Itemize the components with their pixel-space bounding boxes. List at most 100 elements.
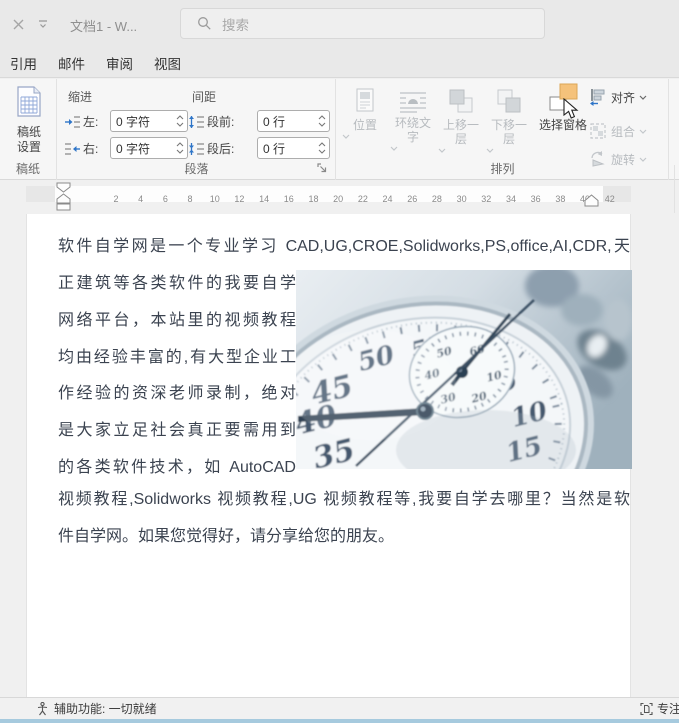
group-arrange: 位置 环绕文字 上移一层 下移一层 选择窗格 对齐 组合 旋转 排列 <box>337 79 669 180</box>
spacing-after-icon <box>188 142 205 156</box>
wrap-text-button[interactable]: 环绕文字 <box>390 84 436 172</box>
indent-right-spin-buttons[interactable] <box>173 138 187 158</box>
document-page[interactable]: 软件自学网是一个专业学习 CAD,UG,CROE,Solidworks,PS,o… <box>26 214 632 697</box>
focus-mode-button[interactable]: 专注 <box>640 698 679 719</box>
window-title: 文档1 - W... <box>70 19 138 34</box>
group-label-arrange: 排列 <box>490 162 515 176</box>
manuscript-setup-button[interactable]: 稿纸设置 <box>8 86 50 155</box>
align-label: 对齐 <box>611 90 636 105</box>
ruler-number: 34 <box>505 194 516 204</box>
ruler-number: 26 <box>407 194 418 204</box>
indent-left-value: 0 字符 <box>116 114 151 129</box>
group-paragraph: 缩进 间距 左: 0 字符 右: 0 字符 段前: 0 行 段后: 0 行 段落 <box>58 79 336 180</box>
accessibility-status-button[interactable]: 辅助功能: 一切就绪 <box>36 698 157 719</box>
indent-left-spin-buttons[interactable] <box>173 111 187 131</box>
group-label-paragraph: 段落 <box>184 162 209 176</box>
ruler-number: 4 <box>138 194 144 204</box>
doc-line[interactable]: 是大家立足社会真正要需用到 <box>58 420 296 441</box>
tab-mailings[interactable]: 邮件 <box>58 53 85 73</box>
position-label: 位置 <box>352 118 377 132</box>
indent-right-value: 0 字符 <box>116 141 151 156</box>
close-icon <box>12 18 25 31</box>
send-backward-icon <box>496 88 522 114</box>
manuscript-setup-label: 稿纸设置 <box>16 125 41 154</box>
group-manuscript: 稿纸设置 稿纸 <box>0 79 57 180</box>
focus-icon <box>640 702 653 716</box>
align-button[interactable]: 对齐 <box>589 87 647 107</box>
spacing-after-spinner[interactable]: 0 行 <box>257 137 330 159</box>
spacing-after-label: 段后: <box>207 142 235 156</box>
ruler-number: 30 <box>456 194 467 204</box>
chevron-down-icon <box>438 148 446 153</box>
position-button[interactable]: 位置 <box>342 84 388 172</box>
chevron-down-icon <box>37 18 49 30</box>
ruler-number: 32 <box>481 194 492 204</box>
search-placeholder: 搜索 <box>222 17 249 33</box>
doc-line[interactable]: 视频教程,Solidworks 视频教程,UG 视频教程等,我要自学去哪里？当然… <box>58 489 630 510</box>
left-indent-marker[interactable] <box>56 203 71 211</box>
ruler[interactable]: 2 4 6 8 10 12 14 16 18 20 22 24 26 28 30 32 34 36 38 40 42 <box>0 181 679 213</box>
ruler-number: 24 <box>382 194 393 204</box>
tab-view[interactable]: 视图 <box>154 53 181 73</box>
doc-line[interactable]: 软件自学网是一个专业学习 CAD,UG,CROE,Solidworks,PS,o… <box>58 236 630 257</box>
spacing-before-spin-buttons[interactable] <box>315 111 329 131</box>
indent-left-spinner[interactable]: 0 字符 <box>110 110 188 132</box>
doc-line[interactable]: 作经验的资深老师录制，绝对 <box>58 383 296 404</box>
ribbon-display-options-button[interactable] <box>34 16 52 32</box>
spacing-before-label: 段前: <box>207 115 235 129</box>
spacing-after-spin-buttons[interactable] <box>315 138 329 158</box>
search-input[interactable]: 搜索 <box>180 8 545 39</box>
status-bar: 辅助功能: 一切就绪 专注 <box>0 697 679 719</box>
ruler-number: 6 <box>162 194 168 204</box>
spacing-before-spinner[interactable]: 0 行 <box>257 110 330 132</box>
wrap-text-label: 环绕文字 <box>394 116 431 144</box>
search-icon <box>197 16 212 31</box>
chevron-down-icon <box>342 134 350 139</box>
ruler-number: 10 <box>209 194 220 204</box>
indent-right-spinner[interactable]: 0 字符 <box>110 137 188 159</box>
indent-left-icon <box>64 115 81 129</box>
doc-line[interactable]: 网络平台，本站里的视频教程 <box>58 310 296 331</box>
first-line-indent-marker[interactable] <box>56 182 71 193</box>
doc-line[interactable]: 均由经验丰富的,有大型企业工 <box>58 347 296 368</box>
spacing-before-value: 0 行 <box>263 114 286 129</box>
manuscript-grid-icon <box>16 86 42 117</box>
group-objects-button[interactable]: 组合 <box>589 121 647 141</box>
spacing-after-value: 0 行 <box>263 141 286 156</box>
indent-right-icon <box>64 142 81 156</box>
close-button[interactable] <box>8 14 28 34</box>
ruler-number: 42 <box>604 194 615 204</box>
group-objects-label: 组合 <box>611 124 636 139</box>
indent-right-row: 右: <box>64 137 98 160</box>
group-label-manuscript: 稿纸 <box>15 162 40 176</box>
wrap-text-icon <box>399 90 427 114</box>
doc-line[interactable]: 件自学网。如果您觉得好，请分享给您的朋友。 <box>58 526 394 547</box>
right-indent-marker[interactable] <box>584 194 599 207</box>
doc-line[interactable]: 的各类软件技术，如 AutoCAD <box>58 457 296 478</box>
mouse-cursor <box>563 98 579 120</box>
focus-mode-label: 专注 <box>657 702 679 716</box>
accessibility-icon <box>36 701 49 716</box>
chevron-down-icon <box>390 146 398 151</box>
document-area: 软件自学网是一个专业学习 CAD,UG,CROE,Solidworks,PS,o… <box>0 213 679 697</box>
ruler-band: 2 4 6 8 10 12 14 16 18 20 22 24 26 28 30 32 34 36 38 40 42 <box>26 186 631 204</box>
ruler-number: 18 <box>308 194 319 204</box>
accessibility-status-text: 辅助功能: 一切就绪 <box>54 702 157 716</box>
ruler-number: 38 <box>555 194 566 204</box>
paragraph-dialog-launcher[interactable] <box>317 163 328 174</box>
bring-forward-button[interactable]: 上移一层 <box>438 84 484 172</box>
tab-review[interactable]: 审阅 <box>106 53 133 73</box>
bring-forward-icon <box>448 88 474 114</box>
ruler-number: 22 <box>357 194 368 204</box>
indent-left-label: 左: <box>83 115 99 129</box>
window-bottom-edge <box>0 719 679 723</box>
ribbon: 稿纸设置 稿纸 缩进 间距 左: 0 字符 右: 0 字符 段前: 0 行 段后… <box>0 79 679 249</box>
doc-line[interactable]: 正建筑等各类软件的我要自学 <box>58 273 296 294</box>
tab-references[interactable]: 引用 <box>10 53 37 73</box>
stopwatch-image[interactable]: 45 50 55 5 10 15 40 35 <box>296 270 632 469</box>
indent-left-row: 左: <box>64 110 98 133</box>
indent-header: 缩进 <box>68 90 93 104</box>
ruler-number: 28 <box>431 194 442 204</box>
send-backward-button[interactable]: 下移一层 <box>486 84 532 172</box>
ruler-number: 2 <box>113 194 119 204</box>
